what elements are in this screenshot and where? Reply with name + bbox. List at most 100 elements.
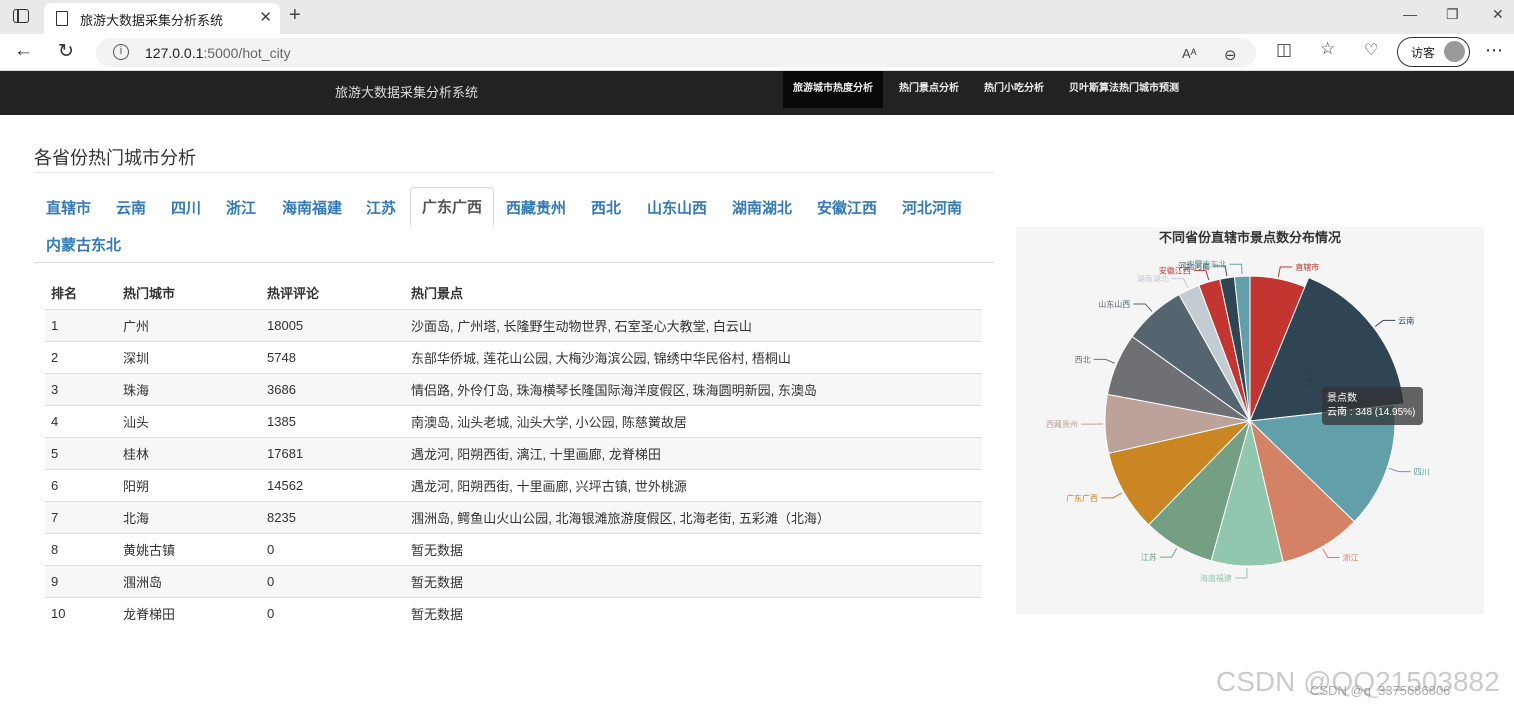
slice-label: 广东广西	[1066, 493, 1098, 503]
tooltip-text: 云南 : 348 (14.95%)	[1327, 407, 1416, 418]
slice-label: 西北	[1075, 355, 1091, 364]
brand[interactable]: 旅游大数据采集分析系统	[335, 82, 478, 101]
rank-cell: 9	[45, 564, 117, 597]
slice-label-line	[1374, 319, 1396, 327]
hot-city-table: 排名 热门城市 热评评论 热门景点 1 广州 18005 沙面岛, 广州塔, 长隆野生…	[45, 276, 982, 629]
table-row: 4 汕头 1385 南澳岛, 汕头老城, 汕头大学, 小公园, 陈慈黉故居	[45, 404, 982, 437]
tab-yunnan[interactable]: 云南	[116, 197, 146, 218]
zoom-icon[interactable]: ⊖	[1224, 46, 1237, 64]
back-icon[interactable]: ←	[14, 40, 33, 62]
table-row: 6 阳朔 14562 遇龙河, 阳朔西街, 十里画廊, 兴坪古镇, 世外桃源	[45, 468, 982, 501]
tab-anhui-jiangxi[interactable]: 安徽江西	[817, 197, 877, 218]
slice-label: 西藏贵州	[1046, 419, 1078, 429]
more-icon[interactable]: ⋯	[1485, 40, 1503, 61]
profile-button[interactable]: 访客	[1397, 37, 1470, 67]
minimize-icon[interactable]: —	[1403, 6, 1417, 22]
table-row: 1 广州 18005 沙面岛, 广州塔, 长隆野生动物世界, 石室圣心大教堂, 白云山	[45, 308, 982, 341]
spots-cell: 遇龙河, 阳朔西街, 漓江, 十里画廊, 龙脊梯田	[405, 436, 982, 469]
spots-cell: 情侣路, 外伶仃岛, 珠海横琴长隆国际海洋度假区, 珠海圆明新园, 东澳岛	[405, 372, 982, 405]
read-aloud-icon[interactable]: Aᴬ	[1182, 46, 1197, 61]
window-close-icon[interactable]: ✕	[1492, 6, 1504, 23]
tab-xizang-guizhou[interactable]: 西藏贵州	[506, 197, 566, 218]
city-cell: 黄姚古镇	[117, 532, 261, 565]
slice-label-line	[1229, 263, 1243, 275]
avatar	[1444, 41, 1465, 62]
spots-cell: 沙面岛, 广州塔, 长隆野生动物世界, 石室圣心大教堂, 白云山	[405, 308, 982, 341]
tab-guangdong-guangxi[interactable]: 广东广西	[410, 187, 495, 226]
rank-cell: 7	[45, 500, 117, 533]
comments-cell: 0	[261, 564, 405, 597]
table-row: 5 桂林 17681 遇龙河, 阳朔西街, 漓江, 十里画廊, 龙脊梯田	[45, 436, 982, 469]
new-tab-icon[interactable]: +	[289, 4, 301, 27]
header-comments: 热评评论	[261, 276, 405, 310]
rank-cell: 3	[45, 372, 117, 405]
spots-cell: 遇龙河, 阳朔西街, 十里画廊, 兴坪古镇, 世外桃源	[405, 468, 982, 501]
slice-label: 直辖市	[1295, 262, 1319, 272]
slice-label-line	[1322, 548, 1340, 558]
spots-cell: 暂无数据	[405, 564, 982, 597]
tab-sichuan[interactable]: 四川	[171, 197, 201, 218]
table-row: 2 深圳 5748 东部华侨城, 莲花山公园, 大梅沙海滨公园, 锦绣中华民俗村, 梧…	[45, 340, 982, 373]
info-icon[interactable]: i	[113, 44, 129, 60]
spots-cell: 东部华侨城, 莲花山公园, 大梅沙海滨公园, 锦绣中华民俗村, 梧桐山	[405, 340, 982, 373]
browser-essentials-icon[interactable]: ♡	[1364, 40, 1378, 60]
spots-cell: 暂无数据	[405, 532, 982, 565]
comments-cell: 3686	[261, 372, 405, 405]
nav-item-bayes-prediction[interactable]: 贝叶斯算法热门城市预测	[1069, 71, 1179, 108]
slice-label: 山东山西	[1098, 299, 1130, 309]
tab-neimenggu-dongbei[interactable]: 内蒙古东北	[46, 234, 121, 255]
slice-label-line	[1389, 467, 1411, 473]
table-row: 7 北海 8235 涠洲岛, 鳄鱼山火山公园, 北海银滩旅游度假区, 北海老街, 五彩…	[45, 500, 982, 533]
tab-zhixiashi[interactable]: 直辖市	[46, 197, 91, 218]
rank-cell: 6	[45, 468, 117, 501]
tab-hunan-hubei[interactable]: 湖南湖北	[732, 197, 792, 218]
favorites-icon[interactable]: ☆	[1320, 39, 1335, 59]
city-cell: 广州	[117, 308, 261, 341]
tab-hainan-fujian[interactable]: 海南福建	[282, 197, 342, 218]
browser-tab[interactable]: 旅游大数据采集分析系统 ✕	[44, 3, 280, 34]
slice-label-line	[1234, 567, 1248, 579]
pie-chart: 不同省份直辖市景点数分布情况 直辖市 云南 四川 浙江 海南福建 江苏 广东广西 西藏贵州 西北 山…	[1016, 227, 1484, 614]
table-row: 8 黄姚古镇 0 暂无数据	[45, 532, 982, 565]
tab-jiangsu[interactable]: 江苏	[366, 197, 396, 218]
slice-label: 江苏	[1141, 552, 1157, 562]
rank-cell: 8	[45, 532, 117, 565]
spots-cell: 暂无数据	[405, 596, 982, 629]
table-row: 9 涠洲岛 0 暂无数据	[45, 564, 982, 597]
header-city: 热门城市	[117, 276, 261, 310]
sidebar-toggle-icon[interactable]	[13, 9, 29, 23]
city-cell: 深圳	[117, 340, 261, 373]
table-row: 3 珠海 3686 情侣路, 外伶仃岛, 珠海横琴长隆国际海洋度假区, 珠海圆明新园,…	[45, 372, 982, 405]
tab-shandong-shanxi[interactable]: 山东山西	[647, 197, 707, 218]
slice-label: 浙江	[1343, 552, 1359, 562]
slice-label-line	[1093, 358, 1116, 364]
refresh-icon[interactable]: ↻	[58, 40, 74, 63]
page-icon	[56, 11, 68, 26]
nav-item-hot-spot[interactable]: 热门景点分析	[899, 71, 959, 108]
split-screen-icon[interactable]: ◫	[1276, 40, 1292, 60]
slice-label-line	[1277, 266, 1293, 277]
spots-cell: 南澳岛, 汕头老城, 汕头大学, 小公园, 陈慈黉故居	[405, 404, 982, 437]
tabs-divider	[34, 262, 994, 263]
url-input[interactable]: i 127.0.0.1:5000/hot_city Aᴬ ⊖	[96, 38, 1256, 67]
restore-icon[interactable]: ❐	[1446, 6, 1459, 23]
slice-label-line	[1171, 278, 1189, 288]
table-header-row: 排名 热门城市 热评评论 热门景点	[45, 276, 982, 310]
divider	[34, 172, 994, 173]
city-cell: 珠海	[117, 372, 261, 405]
rank-cell: 1	[45, 308, 117, 341]
rank-cell: 4	[45, 404, 117, 437]
tab-zhejiang[interactable]: 浙江	[226, 197, 256, 218]
tab-title: 旅游大数据采集分析系统	[80, 13, 224, 28]
comments-cell: 1385	[261, 404, 405, 437]
comments-cell: 8235	[261, 500, 405, 533]
tab-xibei[interactable]: 西北	[591, 197, 621, 218]
site-navbar: 旅游大数据采集分析系统 旅游城市热度分析 热门景点分析 热门小吃分析 贝叶斯算法…	[0, 71, 1514, 115]
close-tab-icon[interactable]: ✕	[259, 8, 272, 26]
slice-label: 云南	[1398, 315, 1414, 325]
watermark-secondary: CSDN @q_3375686806	[1310, 683, 1451, 698]
tab-hebei-henan[interactable]: 河北河南	[902, 197, 962, 218]
nav-item-hot-snack[interactable]: 热门小吃分析	[984, 71, 1044, 108]
slice-label: 海南福建	[1200, 573, 1232, 583]
nav-item-hot-city[interactable]: 旅游城市热度分析	[783, 71, 883, 108]
